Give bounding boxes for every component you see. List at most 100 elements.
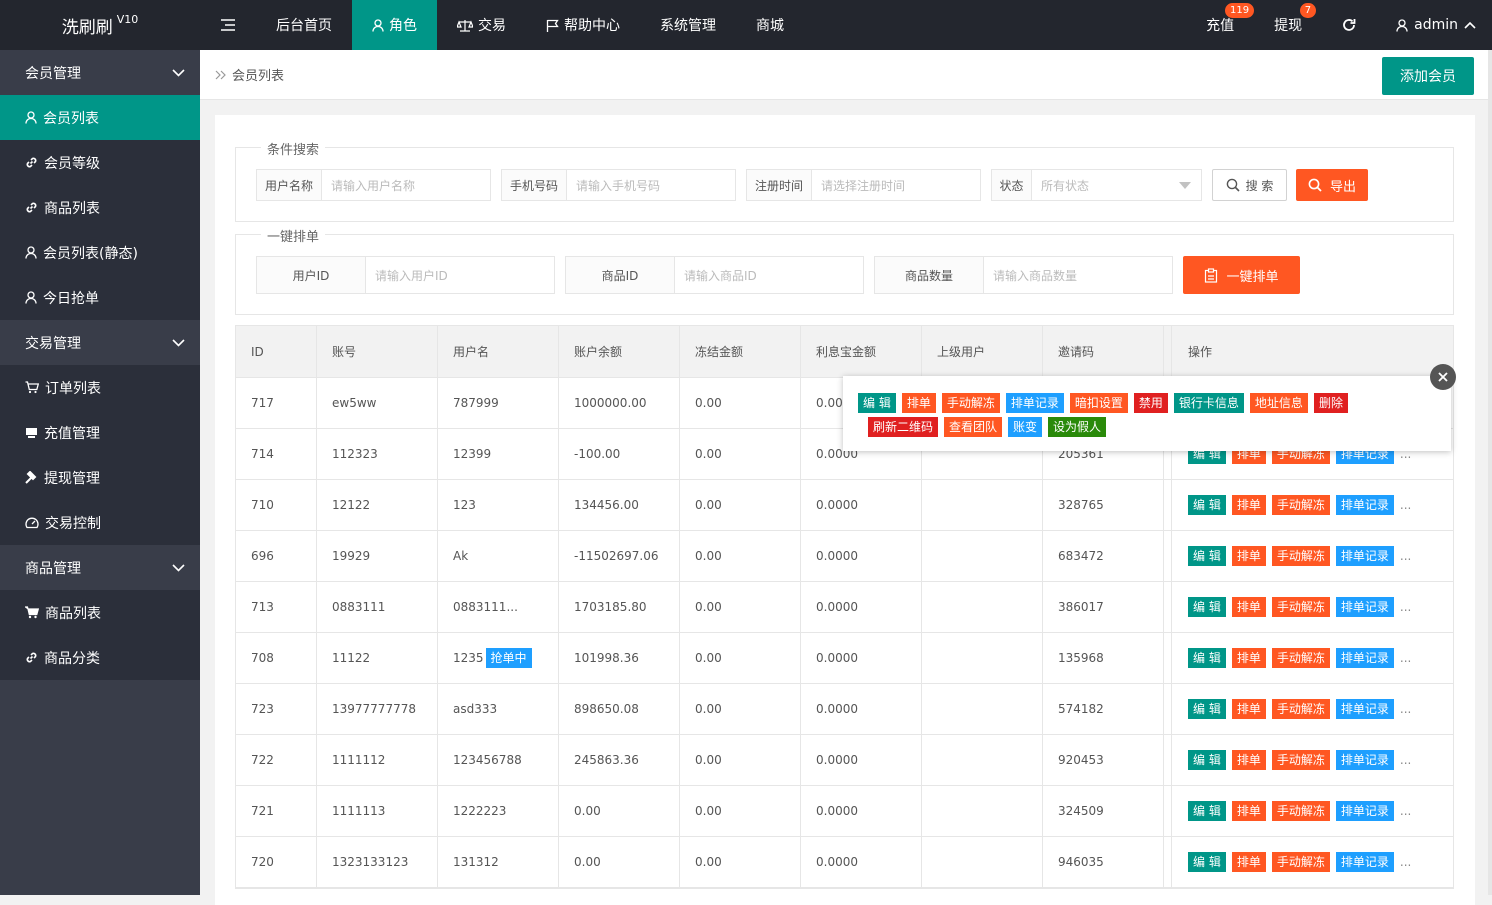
popup-action-button[interactable]: 银行卡信息 bbox=[1173, 393, 1244, 413]
row-action-button[interactable]: 排单记录 bbox=[1335, 648, 1394, 668]
user-menu[interactable]: admin bbox=[1376, 0, 1492, 50]
table-row: 713 0883111 0883111... 1703185.80 0.00 0.0000… bbox=[236, 582, 1453, 633]
nav-trade[interactable]: 交易 bbox=[437, 0, 526, 50]
sidebar-group-goods[interactable]: 商品管理 bbox=[0, 545, 200, 590]
more-actions-button[interactable]: ... bbox=[1400, 804, 1411, 818]
popup-action-button[interactable]: 暗扣设置 bbox=[1069, 393, 1128, 413]
more-actions-button[interactable]: ... bbox=[1400, 753, 1411, 767]
row-action-button[interactable]: 排单 bbox=[1231, 546, 1266, 566]
more-actions-button[interactable]: ... bbox=[1400, 702, 1411, 716]
popup-action-button[interactable]: 账变 bbox=[1008, 417, 1043, 437]
sidebar-item-orders[interactable]: 订单列表 bbox=[0, 365, 200, 410]
row-action-button[interactable]: 排单 bbox=[1231, 852, 1266, 872]
popup-action-button[interactable]: 设为假人 bbox=[1048, 417, 1107, 437]
recharge-link[interactable]: 充值 119 bbox=[1186, 0, 1255, 50]
row-action-button[interactable]: 编 辑 bbox=[1188, 597, 1226, 617]
popup-action-button[interactable]: 排单 bbox=[901, 393, 936, 413]
row-action-button[interactable]: 编 辑 bbox=[1188, 699, 1226, 719]
refresh-button[interactable] bbox=[1322, 0, 1376, 50]
sidebar-item-trade-control[interactable]: 交易控制 bbox=[0, 500, 200, 545]
goods-qty-input[interactable]: 请输入商品数量 bbox=[984, 257, 1172, 293]
popup-action-button[interactable]: 禁用 bbox=[1133, 393, 1168, 413]
nav-mall[interactable]: 商城 bbox=[736, 0, 804, 50]
sidebar-item-recharge[interactable]: 充值管理 bbox=[0, 410, 200, 455]
nav-system[interactable]: 系统管理 bbox=[640, 0, 736, 50]
row-action-button[interactable]: 排单 bbox=[1231, 699, 1266, 719]
row-action-button[interactable]: 手动解冻 bbox=[1271, 648, 1330, 668]
row-action-button[interactable]: 排单 bbox=[1231, 801, 1266, 821]
popup-action-button[interactable]: 删除 bbox=[1313, 393, 1348, 413]
row-action-button[interactable]: 排单 bbox=[1231, 597, 1266, 617]
popup-action-button[interactable]: 刷新二维码 bbox=[868, 417, 939, 437]
goods-id-input[interactable]: 请输入商品ID bbox=[675, 257, 863, 293]
more-actions-button[interactable]: ... bbox=[1400, 498, 1411, 512]
user-id-field[interactable]: 用户ID 请输入用户ID bbox=[256, 256, 555, 294]
more-actions-button[interactable]: ... bbox=[1400, 549, 1411, 563]
sidebar-group-member[interactable]: 会员管理 bbox=[0, 50, 200, 95]
user-id-input[interactable]: 请输入用户ID bbox=[366, 257, 554, 293]
sidebar-item-goods[interactable]: 商品列表 bbox=[0, 590, 200, 635]
menu-toggle-button[interactable] bbox=[200, 0, 256, 50]
row-action-button[interactable]: 手动解冻 bbox=[1271, 801, 1330, 821]
row-action-button[interactable]: 排单 bbox=[1231, 750, 1266, 770]
row-action-button[interactable]: 手动解冻 bbox=[1271, 852, 1330, 872]
row-action-button[interactable]: 手动解冻 bbox=[1271, 597, 1330, 617]
row-action-button[interactable]: 编 辑 bbox=[1188, 546, 1226, 566]
sidebar-item-member-static[interactable]: 会员列表(静态) bbox=[0, 230, 200, 275]
oneclick-button[interactable]: 一键排单 bbox=[1183, 256, 1300, 294]
nav-help[interactable]: 帮助中心 bbox=[526, 0, 640, 50]
sidebar-group-trade[interactable]: 交易管理 bbox=[0, 320, 200, 365]
row-action-button[interactable]: 排单记录 bbox=[1335, 495, 1394, 515]
more-actions-button[interactable]: ... bbox=[1400, 600, 1411, 614]
page-scrollbar[interactable] bbox=[1488, 50, 1492, 895]
row-action-button[interactable]: 排单记录 bbox=[1335, 801, 1394, 821]
register-time-input[interactable]: 请选择注册时间 bbox=[812, 170, 980, 200]
sidebar-item-member-list[interactable]: 会员列表 bbox=[0, 95, 200, 140]
popup-action-button[interactable]: 手动解冻 bbox=[941, 393, 1000, 413]
row-action-button[interactable]: 编 辑 bbox=[1188, 750, 1226, 770]
row-action-button[interactable]: 排单记录 bbox=[1335, 750, 1394, 770]
row-action-button[interactable]: 编 辑 bbox=[1188, 648, 1226, 668]
row-action-button[interactable]: 手动解冻 bbox=[1271, 495, 1330, 515]
popup-action-button[interactable]: 排单记录 bbox=[1005, 393, 1064, 413]
register-time-field[interactable]: 注册时间 请选择注册时间 bbox=[746, 169, 981, 201]
row-action-button[interactable]: 排单记录 bbox=[1335, 699, 1394, 719]
row-action-button[interactable]: 排单记录 bbox=[1335, 546, 1394, 566]
export-button[interactable]: 导出 bbox=[1296, 169, 1368, 201]
row-action-button[interactable]: 手动解冻 bbox=[1271, 699, 1330, 719]
row-action-button[interactable]: 手动解冻 bbox=[1271, 750, 1330, 770]
row-action-button[interactable]: 排单 bbox=[1231, 495, 1266, 515]
username-input[interactable]: 请输入用户名称 bbox=[322, 170, 490, 200]
row-action-button[interactable]: 排单 bbox=[1231, 648, 1266, 668]
goods-qty-field[interactable]: 商品数量 请输入商品数量 bbox=[874, 256, 1173, 294]
popup-close-button[interactable] bbox=[1430, 364, 1456, 390]
nav-role[interactable]: 角色 bbox=[352, 0, 437, 50]
sidebar-item-today-grab[interactable]: 今日抢单 bbox=[0, 275, 200, 320]
add-member-button[interactable]: 添加会员 bbox=[1382, 57, 1474, 95]
popup-action-button[interactable]: 查看团队 bbox=[944, 417, 1003, 437]
more-actions-button[interactable]: ... bbox=[1400, 855, 1411, 869]
withdraw-link[interactable]: 提现 7 bbox=[1254, 0, 1322, 50]
search-button[interactable]: 搜 索 bbox=[1212, 169, 1287, 201]
phone-field[interactable]: 手机号码 请输入手机号码 bbox=[501, 169, 736, 201]
status-select[interactable]: 所有状态 bbox=[1032, 170, 1201, 200]
row-action-button[interactable]: 排单记录 bbox=[1335, 597, 1394, 617]
goods-id-field[interactable]: 商品ID 请输入商品ID bbox=[565, 256, 864, 294]
sidebar-item-member-level[interactable]: 会员等级 bbox=[0, 140, 200, 185]
sidebar-item-withdraw[interactable]: 提现管理 bbox=[0, 455, 200, 500]
popup-action-button[interactable]: 编 辑 bbox=[858, 393, 896, 413]
nav-home[interactable]: 后台首页 bbox=[256, 0, 352, 50]
more-actions-button[interactable]: ... bbox=[1400, 651, 1411, 665]
sidebar-item-goods-list[interactable]: 商品列表 bbox=[0, 185, 200, 230]
phone-input[interactable]: 请输入手机号码 bbox=[567, 170, 735, 200]
sidebar-item-goods-category[interactable]: 商品分类 bbox=[0, 635, 200, 680]
status-field[interactable]: 状态 所有状态 bbox=[991, 169, 1202, 201]
username-field[interactable]: 用户名称 请输入用户名称 bbox=[256, 169, 491, 201]
popup-action-button[interactable]: 地址信息 bbox=[1249, 393, 1308, 413]
row-action-button[interactable]: 编 辑 bbox=[1188, 801, 1226, 821]
app-logo[interactable]: 洗刷刷 V10 bbox=[0, 0, 200, 50]
row-action-button[interactable]: 编 辑 bbox=[1188, 852, 1226, 872]
row-action-button[interactable]: 编 辑 bbox=[1188, 495, 1226, 515]
row-action-button[interactable]: 排单记录 bbox=[1335, 852, 1394, 872]
row-action-button[interactable]: 手动解冻 bbox=[1271, 546, 1330, 566]
